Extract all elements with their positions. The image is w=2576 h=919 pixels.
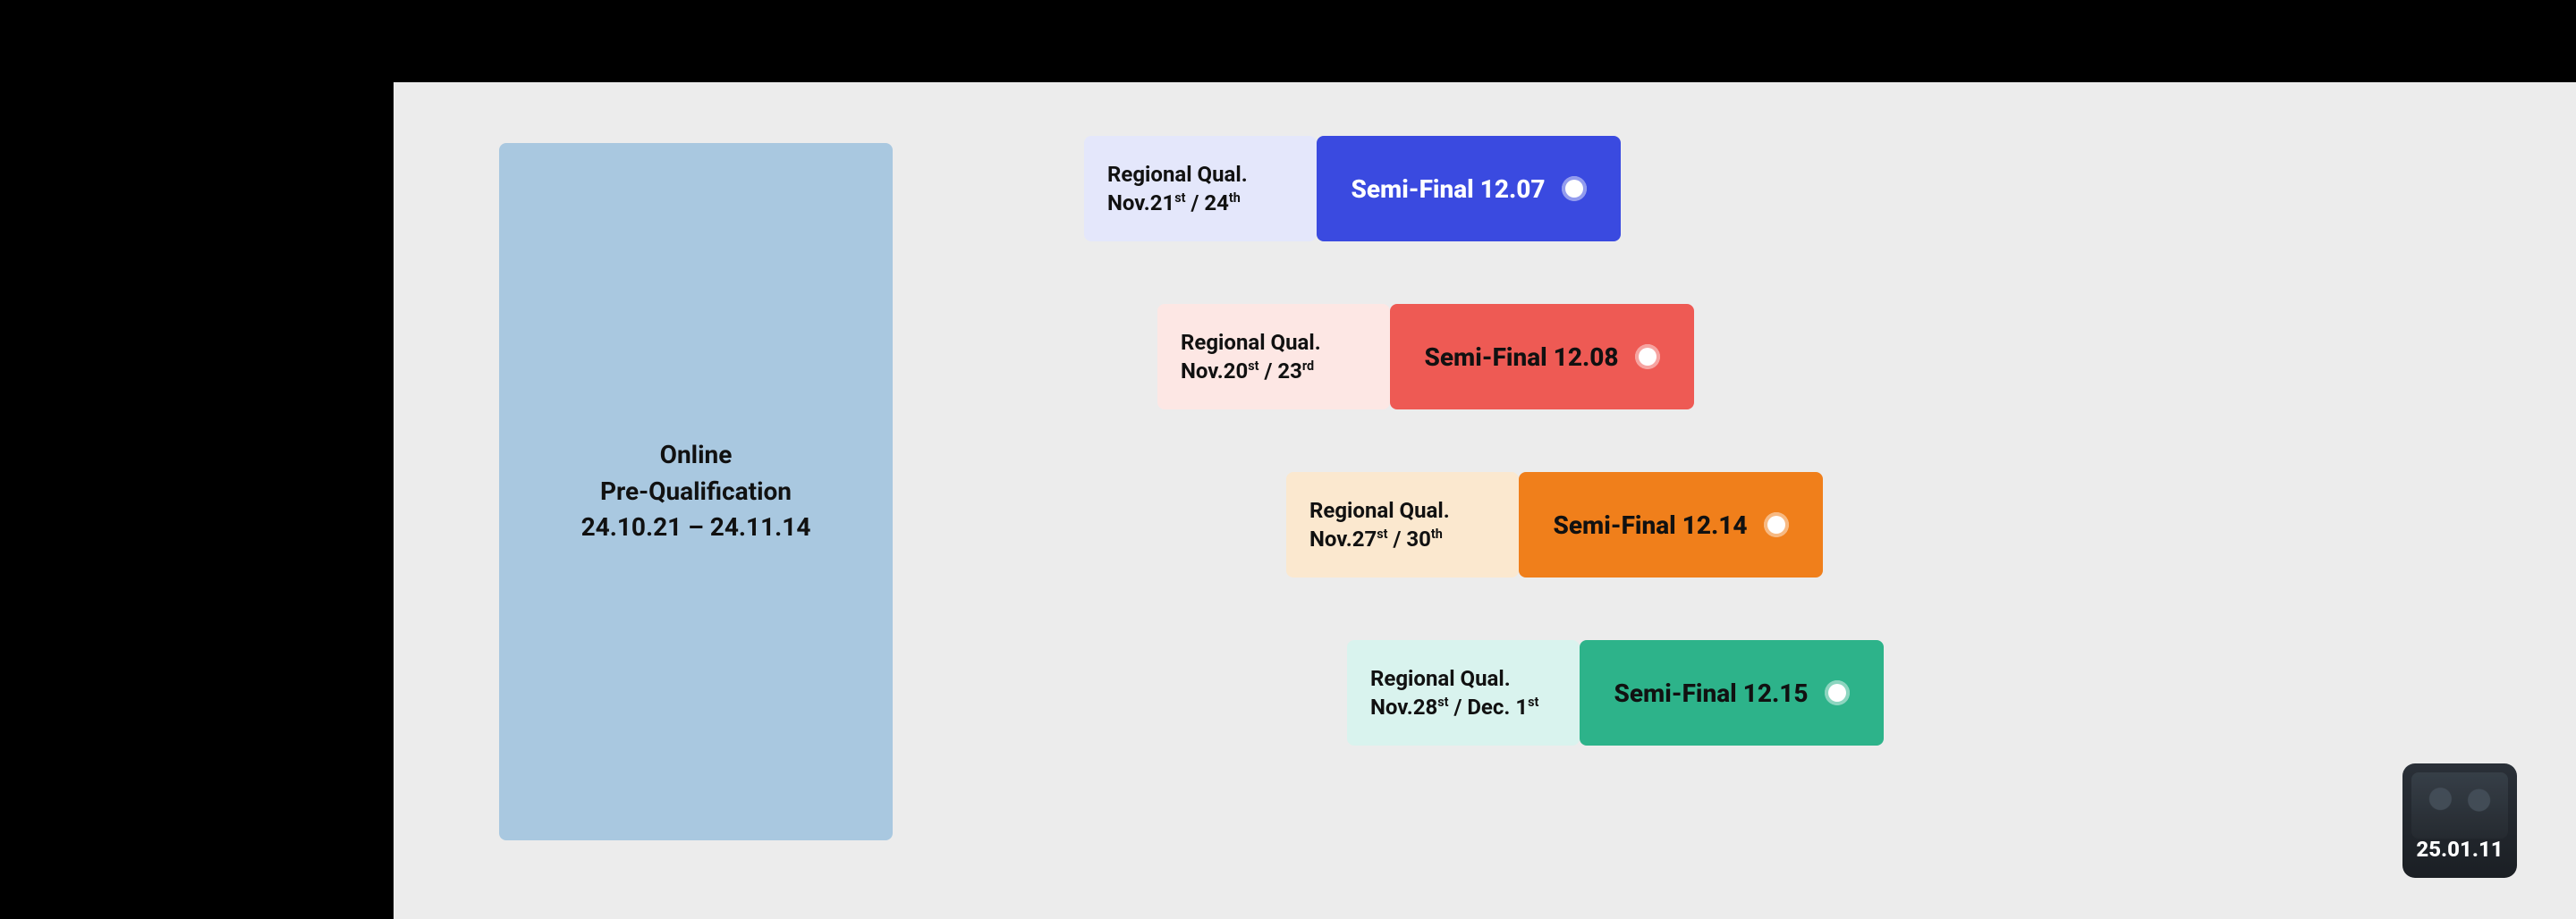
prequal-line3: 24.10.21 – 24.11.14 xyxy=(581,510,811,546)
status-dot-icon xyxy=(1764,512,1789,537)
regional-qual-1: Regional Qual. Nov.21st / 24th xyxy=(1084,136,1317,241)
stage-row-1: Regional Qual. Nov.21st / 24th Semi-Fina… xyxy=(1084,136,1621,241)
regional-qual-date: Nov.28st / Dec. 1st xyxy=(1370,693,1556,721)
semi-final-3: Semi-Final 12.14 xyxy=(1519,472,1823,578)
regional-qual-4: Regional Qual. Nov.28st / Dec. 1st xyxy=(1347,640,1580,746)
regional-qual-date: Nov.27st / 30th xyxy=(1309,525,1496,553)
semi-final-2: Semi-Final 12.08 xyxy=(1390,304,1694,409)
regional-qual-date: Nov.21st / 24th xyxy=(1107,189,1293,217)
semi-final-label: Semi-Final 12.14 xyxy=(1553,510,1747,540)
semi-final-label: Semi-Final 12.08 xyxy=(1424,342,1618,372)
regional-qual-label: Regional Qual. xyxy=(1309,496,1496,525)
regional-qual-label: Regional Qual. xyxy=(1181,328,1367,357)
final-thumbnail[interactable]: 25.01.11 xyxy=(2402,763,2517,878)
final-date-label: 25.01.11 xyxy=(2416,837,2503,862)
prequal-block: Online Pre-Qualification 24.10.21 – 24.1… xyxy=(499,143,893,840)
regional-qual-2: Regional Qual. Nov.20st / 23rd xyxy=(1157,304,1390,409)
stage-row-2: Regional Qual. Nov.20st / 23rd Semi-Fina… xyxy=(1157,304,1694,409)
stage-row-4: Regional Qual. Nov.28st / Dec. 1st Semi-… xyxy=(1347,640,1884,746)
schedule-canvas: Online Pre-Qualification 24.10.21 – 24.1… xyxy=(394,82,2576,919)
semi-final-label: Semi-Final 12.15 xyxy=(1614,679,1808,708)
status-dot-icon xyxy=(1635,344,1660,369)
stage-row-3: Regional Qual. Nov.27st / 30th Semi-Fina… xyxy=(1286,472,1823,578)
semi-final-label: Semi-Final 12.07 xyxy=(1351,174,1545,204)
regional-qual-3: Regional Qual. Nov.27st / 30th xyxy=(1286,472,1519,578)
regional-qual-date: Nov.20st / 23rd xyxy=(1181,357,1367,385)
regional-qual-label: Regional Qual. xyxy=(1370,664,1556,693)
prequal-line2: Pre-Qualification xyxy=(600,474,792,510)
status-dot-icon xyxy=(1562,176,1587,201)
semi-final-4: Semi-Final 12.15 xyxy=(1580,640,1884,746)
semi-final-1: Semi-Final 12.07 xyxy=(1317,136,1621,241)
status-dot-icon xyxy=(1825,680,1850,705)
prequal-line1: Online xyxy=(660,437,733,474)
regional-qual-label: Regional Qual. xyxy=(1107,160,1293,189)
